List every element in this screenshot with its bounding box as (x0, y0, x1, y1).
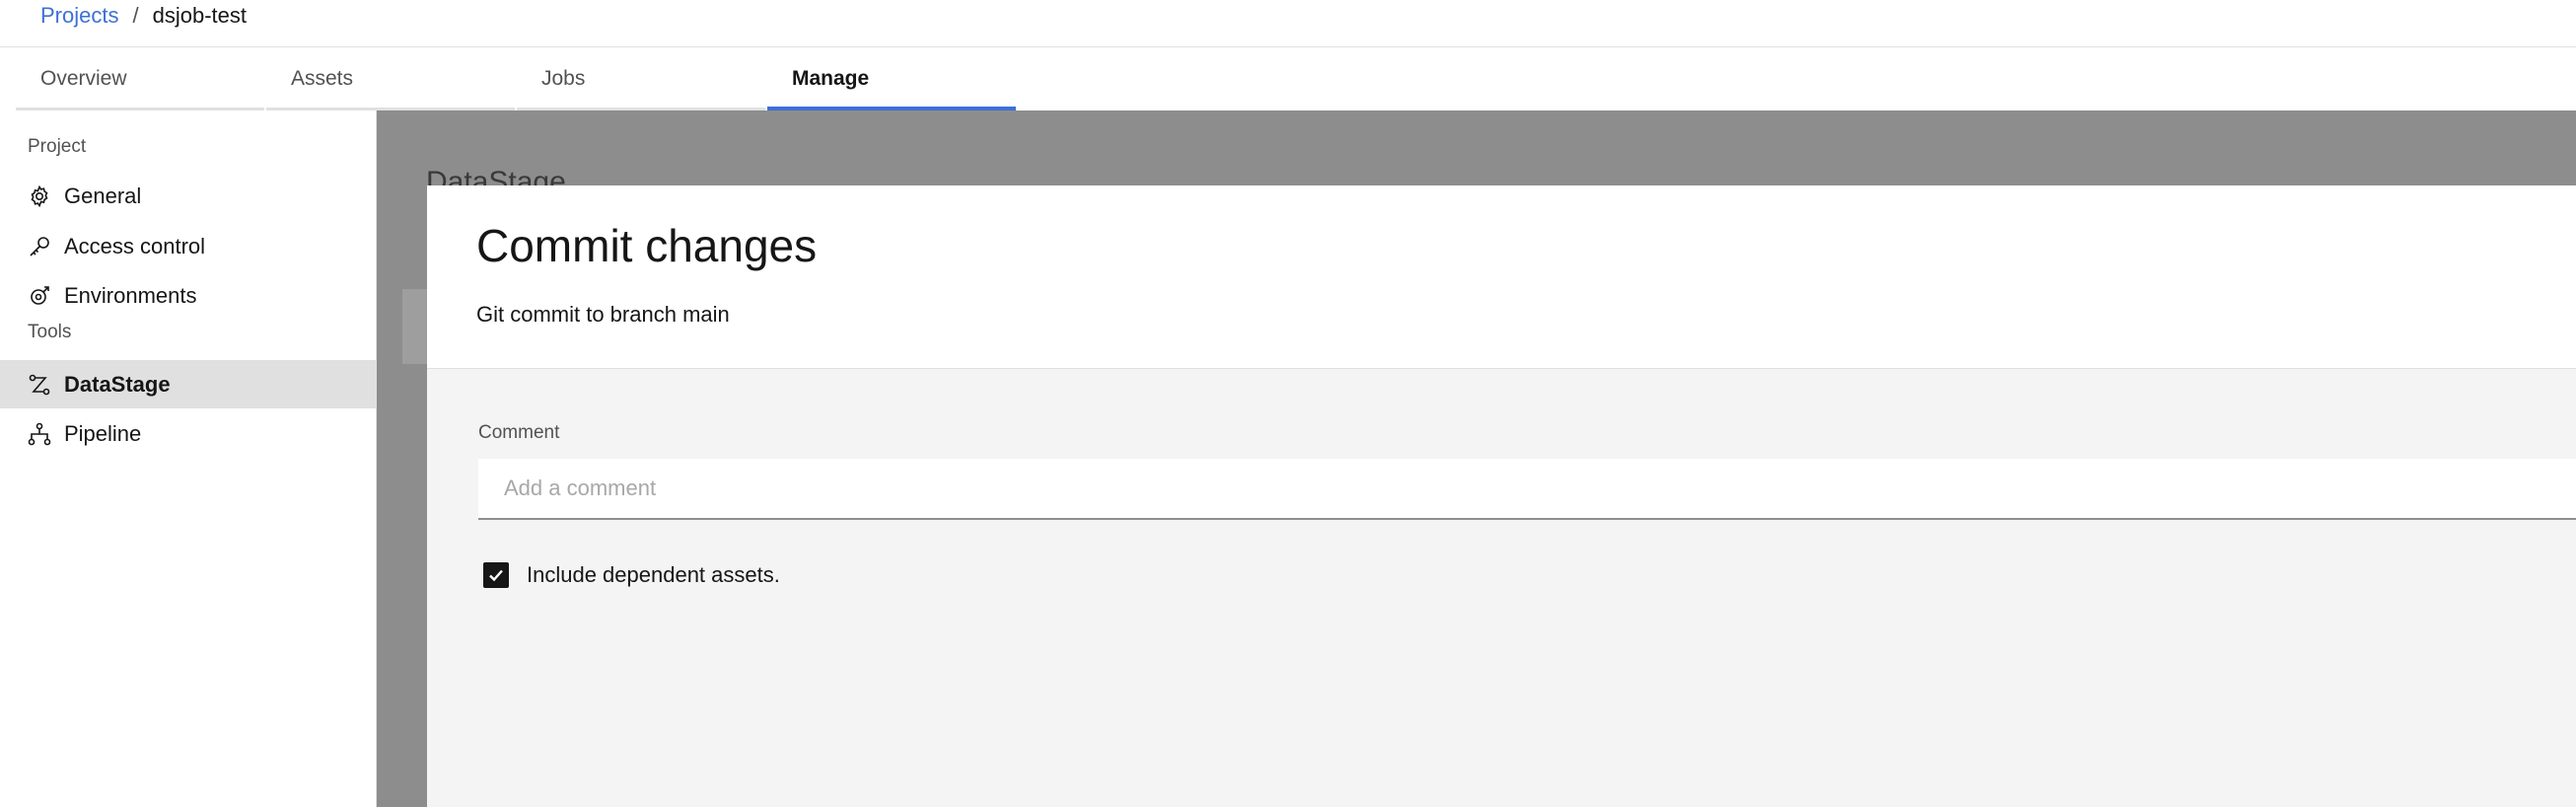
datastage-icon (28, 373, 51, 397)
sidebar-item-pipeline[interactable]: Pipeline (0, 409, 376, 458)
sidebar-item-label: Environments (64, 282, 197, 308)
commit-changes-modal: Commit changes Git commit to branch main… (427, 185, 2576, 807)
top-bar: Projects / dsjob-test (0, 0, 2576, 47)
tab-overview[interactable]: Overview (16, 61, 266, 110)
sidebar-item-label: Access control (64, 233, 206, 258)
sidebar-item-access-control[interactable]: Access control (0, 222, 376, 270)
sidebar: Project General Access control Environme… (0, 110, 377, 807)
tab-manage[interactable]: Manage (767, 61, 1018, 110)
breadcrumb-current: dsjob-test (152, 3, 247, 28)
key-icon (28, 235, 51, 258)
tab-assets[interactable]: Assets (266, 61, 517, 110)
sidebar-item-datastage[interactable]: DataStage (0, 360, 376, 408)
sidebar-item-environments[interactable]: Environments (0, 271, 376, 320)
modal-title: Commit changes (476, 220, 818, 271)
sidebar-item-label: Pipeline (64, 420, 142, 446)
sidebar-item-general[interactable]: General (0, 172, 376, 220)
breadcrumb: Projects / dsjob-test (40, 2, 247, 30)
section-label-project: Project (28, 136, 87, 157)
tab-jobs[interactable]: Jobs (517, 61, 767, 110)
tab-bar: Overview Assets Jobs Manage (16, 61, 1018, 110)
modal-header: Commit changes Git commit to branch main (427, 185, 2576, 369)
include-dependent-assets-checkbox[interactable]: Include dependent assets. (483, 562, 780, 588)
environment-icon (28, 284, 51, 308)
sidebar-item-label: DataStage (64, 371, 171, 397)
gear-icon (28, 184, 51, 208)
breadcrumb-projects-link[interactable]: Projects (40, 2, 118, 30)
breadcrumb-separator: / (132, 3, 139, 28)
comment-input[interactable] (478, 459, 2576, 520)
checkbox-label: Include dependent assets. (527, 562, 780, 587)
modal-subtitle: Git commit to branch main (476, 302, 730, 327)
section-label-tools: Tools (28, 322, 72, 342)
sidebar-item-label: General (64, 183, 142, 208)
checkbox-checked-icon[interactable] (483, 562, 509, 588)
comment-label: Comment (478, 422, 560, 443)
pipeline-icon (28, 422, 51, 446)
